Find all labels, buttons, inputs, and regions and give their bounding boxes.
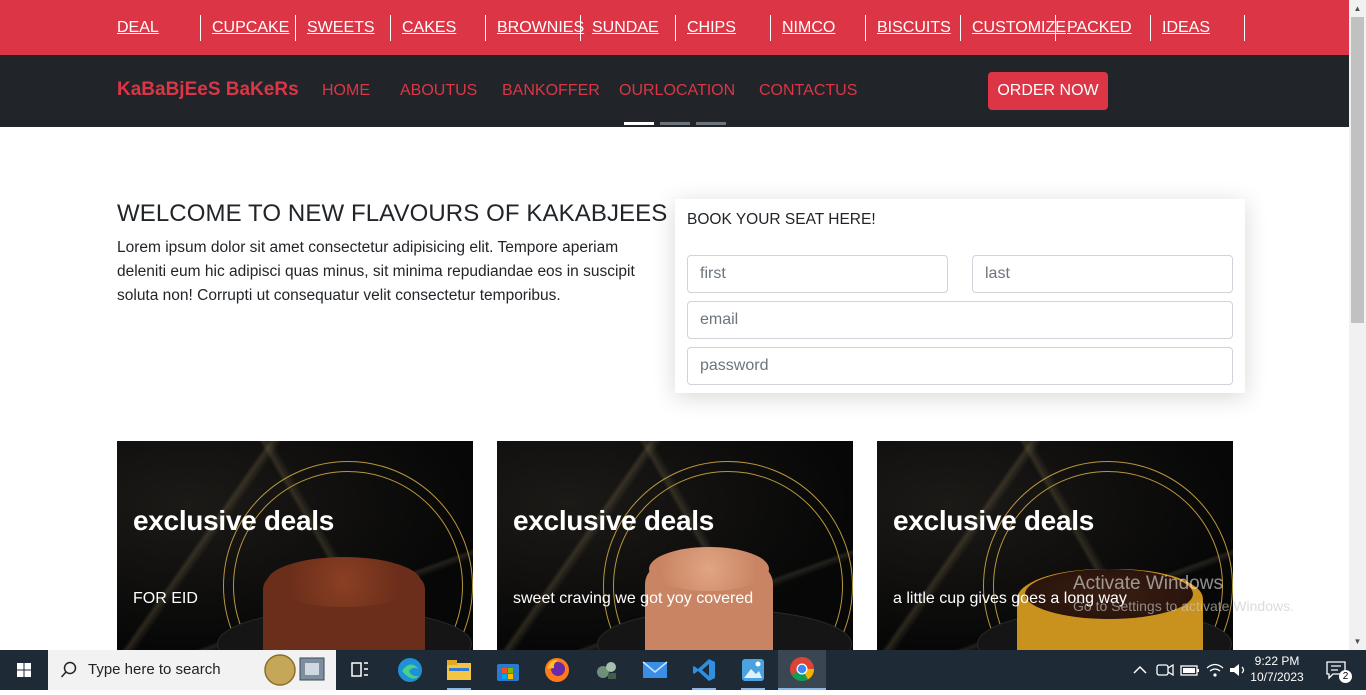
photos-icon — [742, 659, 764, 681]
windows-taskbar: Type here to search 9:22 PM 10/7/2023 2 — [0, 650, 1366, 690]
photos-taskbar-button[interactable] — [729, 650, 777, 690]
notification-center-button[interactable]: 2 — [1318, 650, 1366, 690]
category-link-chips[interactable]: CHIPS — [675, 15, 770, 41]
category-link-ideas[interactable]: IDEAS — [1150, 15, 1245, 41]
microsoft-store-icon — [497, 664, 519, 681]
show-hidden-icons-chevron-icon[interactable] — [1132, 662, 1148, 678]
welcome-title: WELCOME TO NEW FLAVOURS OF KAKABJEES — [117, 200, 668, 227]
scrollbar-thumb[interactable] — [1351, 17, 1364, 323]
category-link-nimco[interactable]: NIMCO — [770, 15, 865, 41]
category-link-sweets[interactable]: SWEETS — [295, 15, 390, 41]
windows-logo-icon — [17, 663, 31, 677]
promo-title: exclusive deals — [513, 505, 714, 536]
edge-icon — [398, 658, 422, 682]
search-icon — [60, 661, 77, 678]
last-name-input[interactable] — [972, 255, 1233, 293]
browser-viewport: DEAL CUPCAKE SWEETS CAKES BROWNIES SUNDA… — [0, 0, 1349, 650]
category-link-cakes[interactable]: CAKES — [390, 15, 485, 41]
media-app-taskbar-button[interactable] — [582, 650, 630, 690]
category-link-cupcake[interactable]: CUPCAKE — [200, 15, 295, 41]
promo-subtitle: FOR EID — [133, 590, 198, 607]
category-link-deal[interactable]: DEAL — [117, 15, 212, 41]
folder-icon — [447, 660, 471, 680]
clock-time: 9:22 PM — [1254, 654, 1300, 668]
carousel-indicator-3[interactable] — [696, 122, 726, 125]
file-explorer-taskbar-button[interactable] — [435, 650, 483, 690]
nav-link-contactus[interactable]: CONTACTUS — [759, 82, 857, 100]
promo-subtitle: sweet craving we got yoy covered — [513, 590, 754, 607]
scroll-down-arrow-icon[interactable]: ▼ — [1349, 633, 1366, 650]
order-now-button[interactable]: ORDER NOW — [988, 72, 1108, 110]
promo-card[interactable]: exclusive deals FOR EID — [117, 441, 473, 650]
nav-link-bankoffer[interactable]: BANKOFFER — [502, 82, 600, 100]
booking-form-title: BOOK YOUR SEAT HERE! — [687, 211, 876, 228]
firefox-taskbar-button[interactable] — [533, 650, 581, 690]
vscode-taskbar-button[interactable] — [680, 650, 728, 690]
mail-taskbar-button[interactable] — [631, 650, 679, 690]
brand-logo[interactable]: KaBaBjEeS BaKeRs — [117, 79, 299, 101]
search-highlight-icon — [264, 654, 325, 686]
nav-link-home[interactable]: HOME — [322, 82, 370, 100]
promo-card[interactable]: exclusive deals a little cup gives goes … — [877, 441, 1233, 650]
activate-windows-hint: Go to Settings to activate Windows. — [1073, 598, 1294, 614]
vscode-icon — [693, 659, 715, 681]
promo-card[interactable]: exclusive deals sweet craving we got yoy… — [497, 441, 853, 650]
meet-now-icon[interactable] — [1156, 661, 1174, 679]
category-link-sundae[interactable]: SUNDAE — [580, 15, 675, 41]
start-button[interactable] — [0, 650, 48, 690]
firefox-icon — [545, 658, 569, 682]
store-taskbar-button[interactable] — [484, 650, 532, 690]
wifi-icon[interactable] — [1205, 661, 1225, 679]
activate-windows-watermark: Activate Windows — [1073, 573, 1223, 594]
first-name-input[interactable] — [687, 255, 948, 293]
category-link-customize[interactable]: CUSTOMIZE — [960, 15, 1066, 41]
carousel-indicator-1[interactable] — [624, 122, 654, 125]
chrome-taskbar-button[interactable] — [778, 650, 826, 690]
volume-icon[interactable] — [1228, 661, 1248, 679]
media-app-icon — [597, 662, 616, 679]
category-bar: DEAL CUPCAKE SWEETS CAKES BROWNIES SUNDA… — [0, 0, 1349, 55]
scroll-up-arrow-icon[interactable]: ▲ — [1349, 0, 1366, 17]
booking-form-card: BOOK YOUR SEAT HERE! — [675, 199, 1245, 393]
nav-link-ourlocation[interactable]: OURLOCATION — [619, 82, 735, 100]
promo-title: exclusive deals — [893, 505, 1094, 536]
category-link-biscuits[interactable]: BISCUITS — [865, 15, 960, 41]
search-placeholder: Type here to search — [88, 661, 221, 678]
nav-link-aboutus[interactable]: ABOUTUS — [400, 82, 477, 100]
edge-taskbar-button[interactable] — [386, 650, 434, 690]
welcome-text: Lorem ipsum dolor sit amet consectetur a… — [117, 239, 635, 304]
clock[interactable]: 9:22 PM 10/7/2023 — [1250, 653, 1304, 685]
battery-icon[interactable] — [1180, 661, 1200, 679]
page-scrollbar[interactable]: ▲ ▼ — [1349, 0, 1366, 650]
cake-top-image — [267, 557, 421, 607]
email-input[interactable] — [687, 301, 1233, 339]
carousel-indicator-2[interactable] — [660, 122, 690, 125]
cake-top-image — [649, 547, 769, 591]
notification-count-badge: 2 — [1339, 670, 1352, 683]
main-navbar: KaBaBjEeS BaKeRs HOME ABOUTUS BANKOFFER … — [0, 55, 1349, 127]
promo-title: exclusive deals — [133, 505, 334, 536]
clock-date: 10/7/2023 — [1250, 670, 1304, 684]
category-link-brownies[interactable]: BROWNIES — [485, 15, 584, 41]
task-view-button[interactable] — [336, 650, 384, 690]
taskbar-search-box[interactable]: Type here to search — [48, 650, 336, 690]
category-link-packed[interactable]: PACKED — [1055, 15, 1150, 41]
task-view-icon — [351, 662, 368, 677]
category-divider — [1244, 15, 1245, 41]
password-input[interactable] — [687, 347, 1233, 385]
mail-icon — [642, 661, 668, 678]
chrome-icon — [790, 657, 814, 682]
